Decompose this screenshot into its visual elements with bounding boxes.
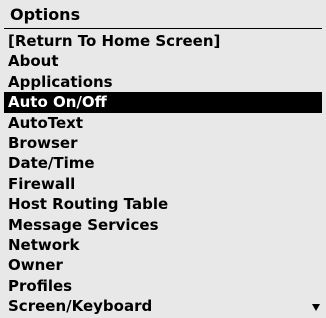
menu-item-message-services[interactable]: Message Services [4,215,322,235]
menu-item-browser[interactable]: Browser [4,133,322,153]
scroll-down-arrow-icon [312,304,320,311]
menu-item-host-routing-table[interactable]: Host Routing Table [4,194,322,214]
options-screen: Options [Return To Home Screen] About Ap… [0,0,326,318]
menu-item-date-time[interactable]: Date/Time [4,153,322,173]
menu-item-firewall[interactable]: Firewall [4,174,322,194]
menu-item-about[interactable]: About [4,51,322,71]
title-divider [4,28,322,29]
menu-item-owner[interactable]: Owner [4,255,322,275]
menu-item-profiles[interactable]: Profiles [4,276,322,296]
menu-item-screen-keyboard[interactable]: Screen/Keyboard [4,296,322,316]
menu-item-autotext[interactable]: AutoText [4,113,322,133]
menu-item-network[interactable]: Network [4,235,322,255]
screen-title: Options [10,5,81,24]
menu-item-auto-on-off[interactable]: Auto On/Off [4,92,322,113]
menu-item-applications[interactable]: Applications [4,72,322,92]
options-menu-list: [Return To Home Screen] About Applicatio… [4,31,322,316]
menu-item-return-to-home-screen[interactable]: [Return To Home Screen] [4,31,322,51]
